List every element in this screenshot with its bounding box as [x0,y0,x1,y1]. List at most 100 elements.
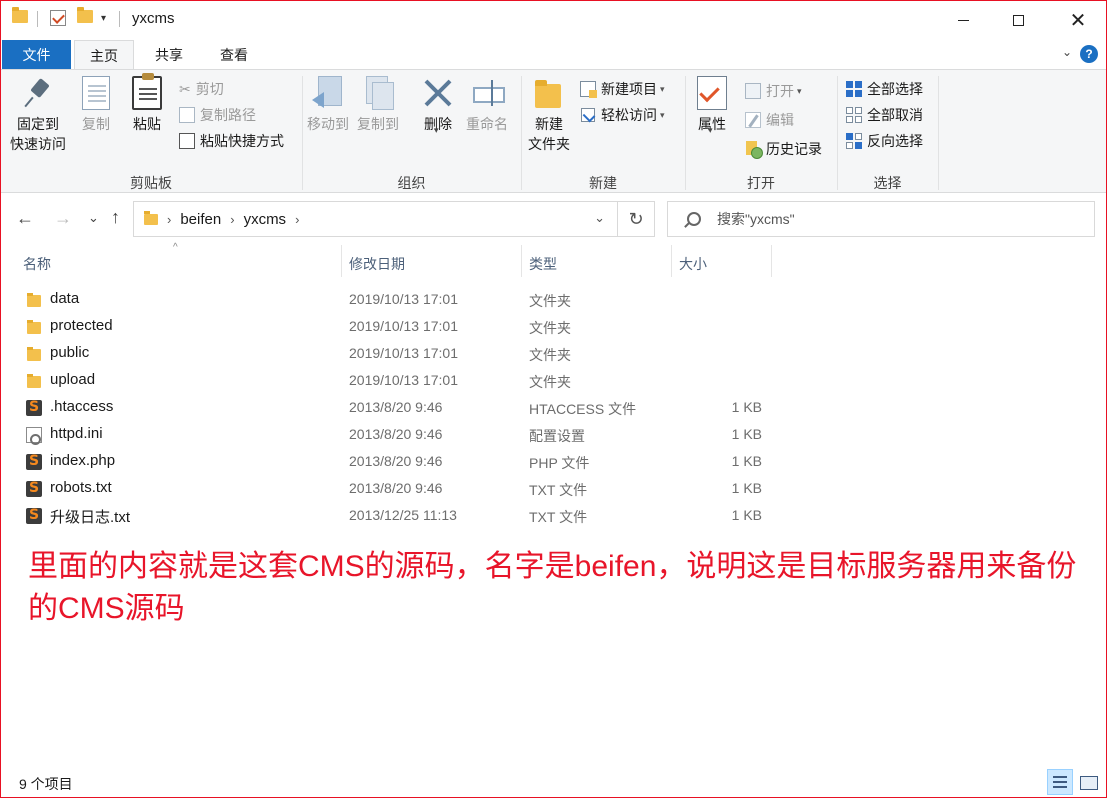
tab-view[interactable]: 查看 [204,40,264,70]
new-folder-label-line1: 新建 [535,116,563,132]
file-type: TXT 文件 [529,509,588,525]
rename-button[interactable]: 重命名 [466,76,508,134]
ribbon-expand-icon[interactable]: ⌄ [1062,45,1072,59]
file-size: 1 KB [731,399,762,415]
file-date: 2013/8/20 9:46 [349,453,443,469]
properties-button[interactable]: 属性 ▾ [697,76,727,135]
column-divider[interactable] [771,245,772,277]
breadcrumb-item[interactable]: yxcms [244,211,287,228]
refresh-button[interactable]: ↻ [618,201,655,237]
invert-selection-button[interactable]: 反向选择 [846,130,923,152]
file-date: 2019/10/13 17:01 [349,372,458,388]
file-row[interactable]: robots.txt 2013/8/20 9:46 TXT 文件 1 KB [1,476,781,503]
folder-icon [26,346,42,362]
sort-ascending-icon: ^ [173,242,178,253]
easy-access-dropdown-icon: ▾ [660,109,665,120]
properties-quick-icon[interactable] [50,10,66,26]
file-row[interactable]: 升级日志.txt 2013/12/25 11:13 TXT 文件 1 KB [1,503,781,530]
file-row[interactable]: .htaccess 2013/8/20 9:46 HTACCESS 文件 1 KB [1,395,781,422]
easy-access-label: 轻松访问 [601,107,657,123]
quick-access-dropdown-icon[interactable]: ▾ [101,13,106,24]
address-dropdown-icon[interactable]: ⌄ [594,210,605,226]
file-row[interactable]: httpd.ini 2013/8/20 9:46 配置设置 1 KB [1,422,781,449]
ribbon: 固定到 快速访问 复制 粘贴 ✂ 剪切 复制路径 粘贴快捷方式 剪贴板 移动到 [1,69,1106,193]
back-arrow-icon[interactable]: ← [16,208,34,229]
select-all-label: 全部选择 [867,81,923,97]
file-name: data [50,290,80,307]
file-name: robots.txt [50,479,112,496]
column-header-name[interactable]: 名称 [23,252,51,276]
up-arrow-icon[interactable]: ↑ [111,207,120,228]
column-header-date[interactable]: 修改日期 [349,252,405,276]
maximize-button[interactable] [995,1,1041,39]
column-header-size[interactable]: 大小 [679,252,707,276]
move-to-button[interactable]: 移动到 [307,76,349,134]
search-placeholder: 搜索"yxcms" [717,211,795,227]
search-box[interactable]: 搜索"yxcms" [667,201,1095,237]
minimize-button[interactable] [940,1,986,39]
item-count: 9 个项目 [19,776,73,792]
new-item-button[interactable]: 新建项目 ▾ [580,78,665,100]
invert-selection-label: 反向选择 [867,133,923,149]
edit-button[interactable]: 编辑 [745,109,794,131]
forward-arrow-icon[interactable]: → [54,208,72,229]
paste-shortcut-label: 粘贴快捷方式 [200,133,284,149]
file-row[interactable]: protected 2019/10/13 17:01 文件夹 [1,314,781,341]
file-name: upload [50,371,96,388]
file-size: 1 KB [731,480,762,496]
file-date: 2019/10/13 17:01 [349,291,458,307]
open-button[interactable]: 打开 ▾ [745,80,802,102]
copy-button[interactable]: 复制 [82,76,110,134]
close-button[interactable]: ✕ [1055,1,1101,39]
paste-shortcut-button[interactable]: 粘贴快捷方式 [179,130,284,152]
rename-icon [471,76,505,110]
select-none-button[interactable]: 全部取消 [846,104,923,126]
new-item-icon [580,81,597,98]
open-group-label: 打开 [747,175,775,191]
cut-button[interactable]: ✂ 剪切 [179,78,224,100]
tab-file[interactable]: 文件 [2,40,71,69]
file-row[interactable]: index.php 2013/8/20 9:46 PHP 文件 1 KB [1,449,781,476]
delete-button[interactable]: 删除 ▾ [421,76,455,135]
folder-icon [26,292,42,308]
tab-share[interactable]: 共享 [139,40,199,70]
breadcrumb-item[interactable]: beifen [180,211,221,228]
recent-locations-chevron-icon[interactable]: ⌄ [88,210,99,226]
file-type: PHP 文件 [529,455,590,471]
title-separator [119,11,120,27]
select-all-button[interactable]: 全部选择 [846,78,923,100]
copy-path-icon [179,107,195,123]
column-divider[interactable] [521,245,522,277]
chevron-right-icon[interactable]: › [230,212,234,227]
explorer-window: ▾ yxcms ✕ 文件 主页 共享 查看 ⌄ ? 固定到 快速访问 复制 粘贴… [0,0,1107,798]
copy-path-button[interactable]: 复制路径 [179,104,256,126]
details-view-icon[interactable] [1047,769,1073,795]
new-folder-quick-icon[interactable] [77,7,93,23]
pin-icon [22,76,54,110]
history-button[interactable]: 历史记录 [745,138,822,160]
file-size: 1 KB [731,453,762,469]
address-bar[interactable]: › beifen › yxcms › ⌄ [133,201,618,237]
file-row[interactable]: public 2019/10/13 17:01 文件夹 [1,341,781,368]
large-icons-view-icon[interactable] [1075,769,1101,795]
easy-access-button[interactable]: 轻松访问 ▾ [580,104,665,126]
copy-to-button[interactable]: 复制到 [357,76,399,134]
help-icon[interactable]: ? [1080,45,1098,63]
select-group-label: 选择 [873,175,902,191]
tab-home[interactable]: 主页 [74,40,134,70]
chevron-right-icon[interactable]: › [295,212,299,227]
file-row[interactable]: data 2019/10/13 17:01 文件夹 [1,287,781,314]
column-divider[interactable] [341,245,342,277]
chevron-right-icon[interactable]: › [167,212,171,227]
pin-to-quick-access-button[interactable]: 固定到 快速访问 [10,76,66,154]
file-name: index.php [50,452,116,469]
properties-dropdown-icon[interactable]: ▾ [708,120,713,140]
paste-shortcut-icon [179,133,195,149]
column-divider[interactable] [671,245,672,277]
file-row[interactable]: upload 2019/10/13 17:01 文件夹 [1,368,781,395]
new-folder-button[interactable]: 新建 文件夹 [528,76,570,154]
column-header-type[interactable]: 类型 [529,252,557,276]
delete-dropdown-icon[interactable]: ▾ [434,120,439,140]
paste-button[interactable]: 粘贴 [132,73,162,134]
move-to-icon [312,76,344,110]
